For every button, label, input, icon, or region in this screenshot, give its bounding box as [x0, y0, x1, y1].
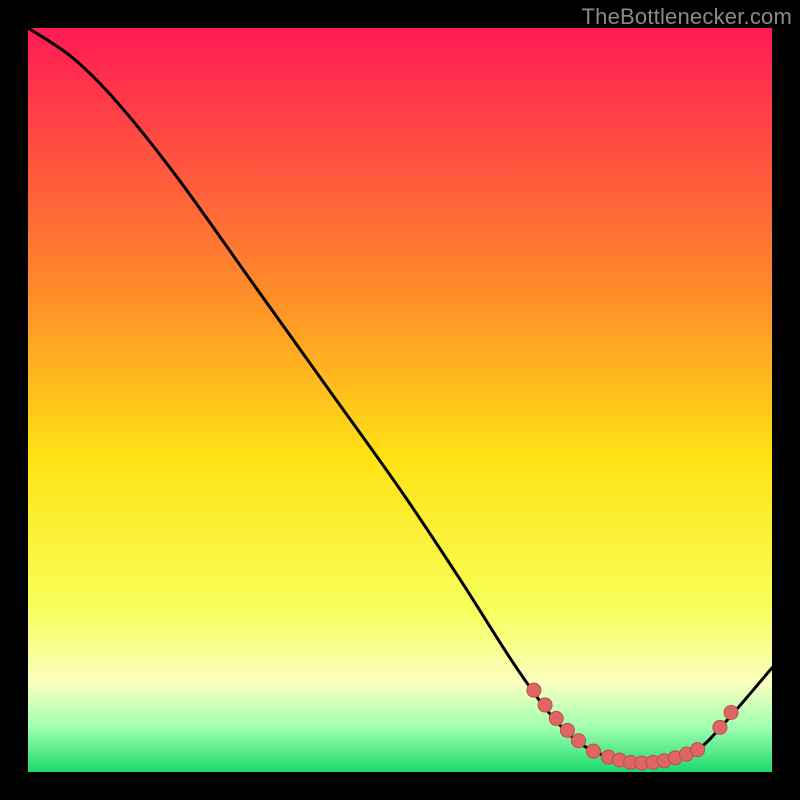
plot-svg — [28, 28, 772, 772]
chart-stage: TheBottlenecker.com — [0, 0, 800, 800]
data-marker — [527, 683, 541, 697]
data-marker — [572, 734, 586, 748]
plot-frame — [28, 28, 772, 772]
data-marker — [586, 744, 600, 758]
gradient-background — [28, 28, 772, 772]
data-marker — [691, 743, 705, 757]
data-marker — [560, 723, 574, 737]
data-marker — [549, 711, 563, 725]
data-marker — [724, 705, 738, 719]
attribution-text: TheBottlenecker.com — [582, 4, 792, 30]
data-marker — [713, 720, 727, 734]
data-marker — [538, 698, 552, 712]
